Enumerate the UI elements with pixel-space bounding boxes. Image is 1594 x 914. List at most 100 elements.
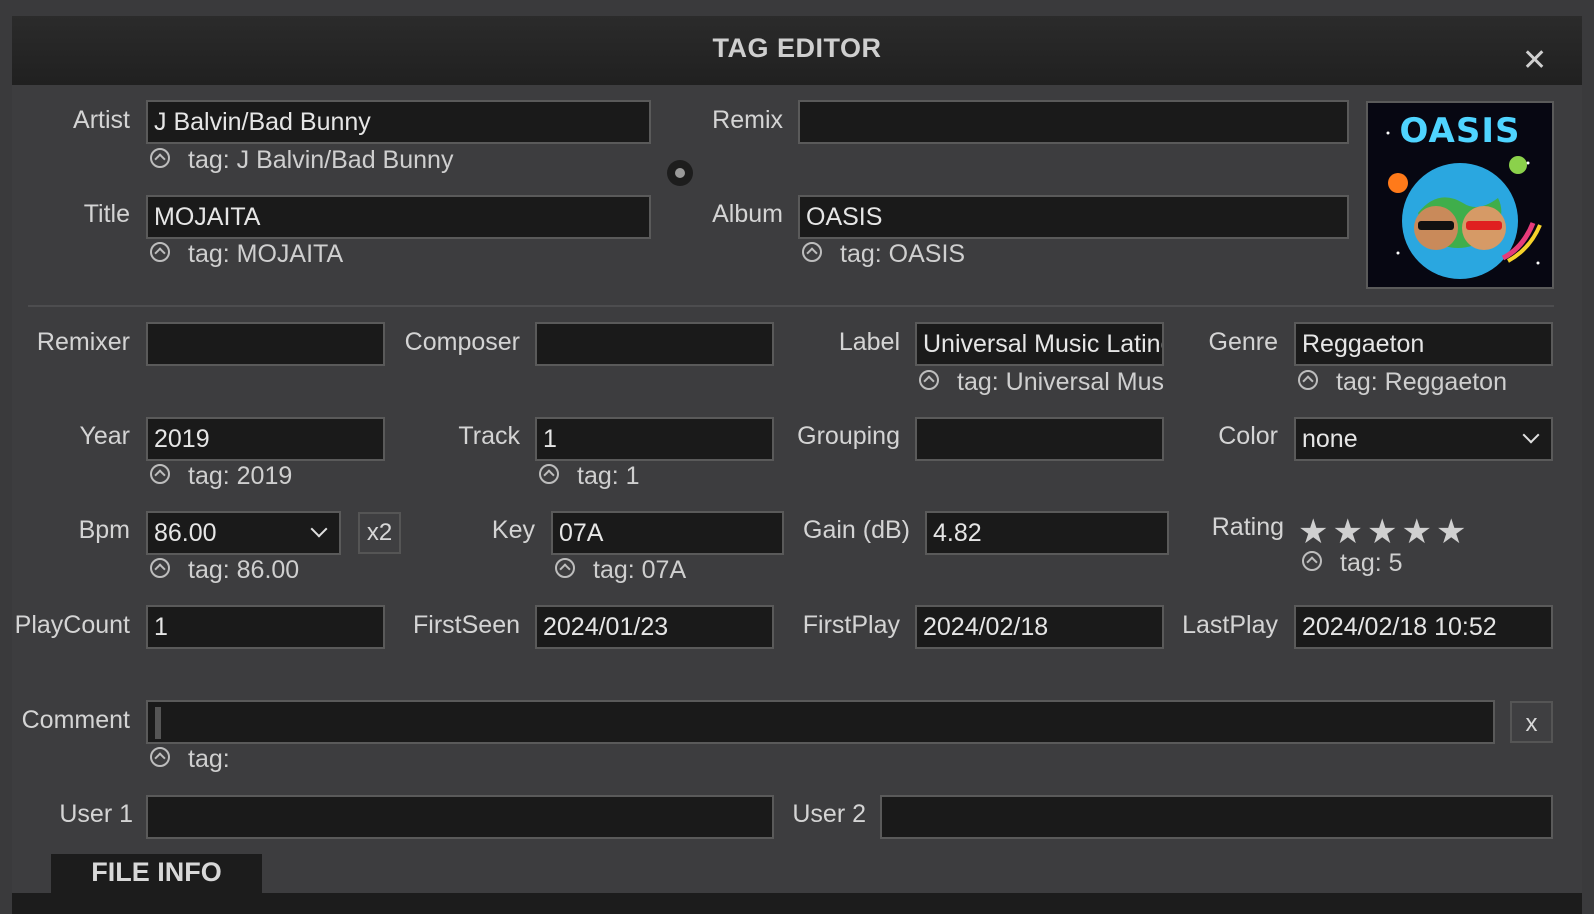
year-tag-text: tag: 2019	[188, 462, 293, 490]
title-tag-text: tag: MOJAITA	[188, 240, 344, 268]
rating-label: Rating	[1211, 513, 1284, 541]
label-tag-text: tag: Universal Music Latino	[957, 368, 1165, 396]
album-tag-text: tag: OASIS	[840, 240, 966, 268]
composer-field[interactable]	[535, 322, 774, 366]
title-field[interactable]: MOJAITA	[146, 195, 651, 239]
close-icon[interactable]: ✕	[1522, 46, 1547, 76]
remixer-field[interactable]	[146, 322, 385, 366]
remix-field[interactable]	[798, 100, 1349, 144]
user1-field[interactable]	[146, 795, 774, 839]
color-label: Color	[1218, 422, 1278, 450]
star-icon[interactable]: ★	[1298, 513, 1328, 551]
chevron-down-icon	[310, 520, 328, 538]
artist-label: Artist	[73, 106, 130, 134]
rating-tag[interactable]: tag: 5	[1302, 549, 1552, 578]
year-field[interactable]: 2019	[146, 417, 385, 461]
track-tag[interactable]: tag: 1	[539, 462, 775, 491]
tag-restore-icon[interactable]	[150, 747, 170, 768]
comment-tag-text: tag:	[188, 745, 230, 773]
link-toggle-icon[interactable]	[667, 160, 693, 186]
grouping-field[interactable]	[915, 417, 1164, 461]
title-label: Title	[83, 200, 130, 228]
track-tag-text: tag: 1	[577, 462, 640, 490]
genre-label: Genre	[1208, 328, 1278, 356]
text-cursor	[155, 707, 161, 739]
section-divider	[28, 305, 1554, 307]
user1-label: User 1	[59, 800, 133, 828]
title-tag[interactable]: tag: MOJAITA	[150, 240, 650, 269]
firstplay-label: FirstPlay	[802, 611, 900, 639]
tag-restore-icon[interactable]	[1298, 370, 1318, 391]
year-label: Year	[79, 422, 130, 450]
key-field[interactable]: 07A	[551, 511, 784, 555]
tag-restore-icon[interactable]	[555, 558, 575, 579]
comment-label: Comment	[21, 706, 130, 734]
playcount-field[interactable]: 1	[146, 605, 385, 649]
tag-restore-icon[interactable]	[539, 464, 559, 485]
tag-restore-icon[interactable]	[150, 464, 170, 485]
genre-tag-text: tag: Reggaeton	[1336, 368, 1507, 396]
firstplay-field[interactable]: 2024/02/18	[915, 605, 1164, 649]
remix-label: Remix	[712, 106, 783, 134]
album-field[interactable]: OASIS	[798, 195, 1349, 239]
rating-tag-text: tag: 5	[1340, 549, 1403, 577]
star-icon[interactable]: ★	[1332, 513, 1362, 551]
tag-restore-icon[interactable]	[919, 370, 939, 391]
color-select[interactable]: none	[1294, 417, 1553, 461]
artist-tag[interactable]: tag: J Balvin/Bad Bunny	[150, 146, 650, 175]
tag-restore-icon[interactable]	[150, 242, 170, 263]
album-tag[interactable]: tag: OASIS	[802, 240, 1342, 269]
genre-field[interactable]: Reggaeton	[1294, 322, 1553, 366]
track-label: Track	[458, 422, 520, 450]
artist-field[interactable]: J Balvin/Bad Bunny	[146, 100, 651, 144]
tab-file-info[interactable]: FILE INFO	[51, 854, 262, 899]
star-icon[interactable]: ★	[1367, 513, 1397, 551]
user2-label: User 2	[792, 800, 866, 828]
firstseen-label: FirstSeen	[413, 611, 520, 639]
window-title: TAG EDITOR	[712, 33, 882, 63]
key-tag-text: tag: 07A	[593, 556, 687, 584]
user2-field[interactable]	[880, 795, 1553, 839]
label-tag[interactable]: tag: Universal Music Latino	[919, 368, 1165, 397]
bpm-select[interactable]: 86.00	[146, 511, 341, 555]
label-field[interactable]: Universal Music Latino	[915, 322, 1164, 366]
album-artwork[interactable]: OASIS	[1366, 101, 1554, 289]
chevron-down-icon	[1522, 426, 1540, 444]
top-bar	[0, 0, 1594, 16]
tag-restore-icon[interactable]	[1302, 551, 1322, 572]
track-field[interactable]: 1	[535, 417, 774, 461]
album-label: Album	[712, 200, 783, 228]
firstseen-field[interactable]: 2024/01/23	[535, 605, 774, 649]
genre-tag[interactable]: tag: Reggaeton	[1298, 368, 1554, 397]
key-label: Key	[491, 516, 535, 544]
comment-clear-button[interactable]: x	[1510, 701, 1553, 743]
gain-field[interactable]: 4.82	[925, 511, 1169, 555]
star-icon[interactable]: ★	[1436, 513, 1466, 551]
composer-label: Composer	[404, 328, 520, 356]
color-select-value: none	[1302, 425, 1358, 453]
bpm-label: Bpm	[78, 516, 130, 544]
lastplay-field[interactable]: 2024/02/18 10:52	[1294, 605, 1553, 649]
key-tag[interactable]: tag: 07A	[555, 556, 785, 585]
artist-tag-text: tag: J Balvin/Bad Bunny	[188, 146, 454, 174]
star-icon[interactable]: ★	[1401, 513, 1431, 551]
comment-tag[interactable]: tag:	[150, 745, 450, 774]
title-bar: TAG EDITOR ✕	[12, 16, 1582, 85]
label-label: Label	[838, 328, 900, 356]
bpm-tag[interactable]: tag: 86.00	[150, 556, 400, 585]
comment-field[interactable]	[146, 700, 1495, 744]
bpm-tag-text: tag: 86.00	[188, 556, 300, 584]
tag-restore-icon[interactable]	[802, 242, 822, 263]
tag-restore-icon[interactable]	[150, 558, 170, 579]
bpm-select-value: 86.00	[154, 519, 217, 547]
artwork-title: OASIS	[1399, 111, 1521, 151]
remixer-label: Remixer	[36, 328, 130, 356]
year-tag[interactable]: tag: 2019	[150, 462, 386, 491]
tag-restore-icon[interactable]	[150, 148, 170, 169]
grouping-label: Grouping	[797, 422, 900, 450]
gain-label: Gain (dB)	[803, 516, 910, 544]
lastplay-label: LastPlay	[1182, 611, 1278, 639]
playcount-label: PlayCount	[14, 611, 130, 639]
rating-stars[interactable]: ★ ★ ★ ★ ★	[1298, 512, 1470, 552]
bpm-x2-button[interactable]: x2	[358, 512, 401, 554]
